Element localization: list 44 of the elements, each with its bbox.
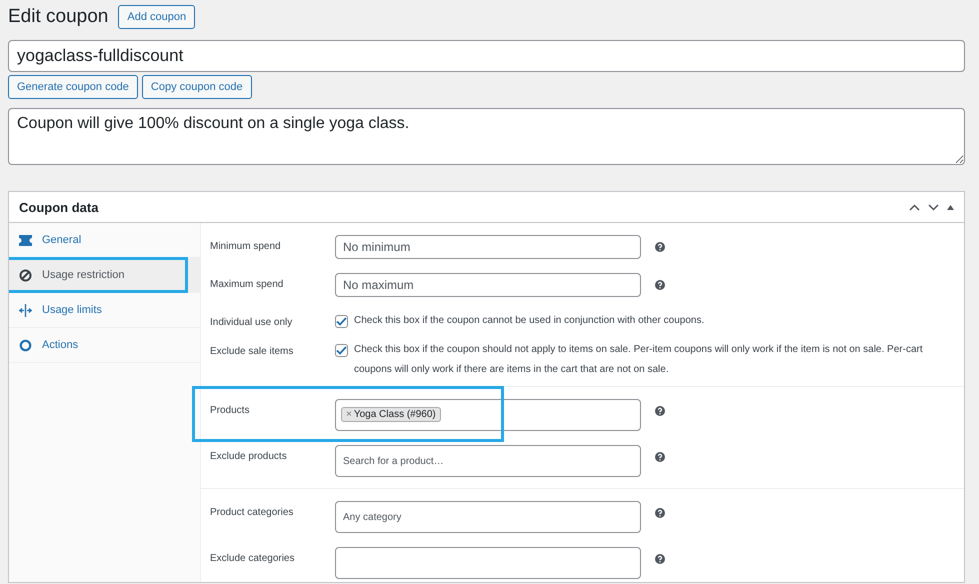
field-label: Products — [210, 404, 250, 416]
blocked-icon — [19, 268, 32, 282]
sidebar-tab[interactable]: Usage limits — [9, 293, 200, 328]
field-label: Exclude products — [210, 450, 288, 462]
checkbox[interactable] — [335, 315, 348, 328]
product-tag[interactable]: × Yoga Class (#960) — [341, 407, 441, 422]
checkbox-description: Check this box if the coupon cannot be used in conjunction with other coupons. — [354, 314, 704, 328]
help-icon[interactable] — [655, 280, 665, 290]
field-label: Exclude categories — [210, 552, 296, 564]
help-icon[interactable] — [655, 554, 665, 564]
collapse-triangle-icon[interactable] — [947, 204, 954, 210]
checkbox[interactable] — [335, 344, 348, 357]
description-field[interactable]: Coupon will give 100% discount on a single yoga class. — [8, 108, 965, 165]
coupon-code-button[interactable]: Copy coupon code — [142, 75, 252, 99]
remove-icon[interactable]: × — [346, 409, 352, 420]
token-field[interactable]: × Yoga Class (#960) — [335, 399, 641, 431]
arrows-icon — [19, 304, 32, 316]
coupon-code-button[interactable]: Generate coupon code — [8, 75, 138, 99]
panel-title: Coupon data — [19, 200, 100, 214]
checkbox-description: Check this box if the coupon should not apply to items on sale. Per-item coupons will only work if the item is not on sale. Per-cart coupons will only work if there are items in the cart that are not on sale. — [354, 343, 924, 377]
add-coupon-button[interactable]: Add coupon — [118, 5, 196, 29]
text-field[interactable]: No maximum — [335, 273, 641, 297]
text-field[interactable] — [335, 547, 641, 579]
field-label: Product categories — [210, 506, 294, 518]
sidebar-tab[interactable]: General — [9, 223, 200, 258]
text-field[interactable]: Search for a product… — [335, 445, 641, 477]
help-icon[interactable] — [655, 508, 665, 518]
page-title: Edit coupon — [8, 6, 108, 28]
field-label: Maximum spend — [210, 278, 284, 290]
help-icon[interactable] — [655, 452, 665, 462]
field-label: Minimum spend — [210, 240, 282, 252]
ticket-icon — [19, 234, 32, 246]
ring-icon — [19, 338, 32, 352]
chevron-up-icon[interactable] — [909, 204, 920, 210]
field-label: Individual use only — [210, 316, 294, 328]
field-label: Exclude sale items — [210, 345, 294, 357]
help-icon[interactable] — [655, 242, 665, 252]
sidebar-tab[interactable]: Actions — [9, 328, 200, 363]
help-icon[interactable] — [655, 406, 665, 416]
coupon-code-field[interactable]: yogaclass-fulldiscount — [8, 40, 965, 72]
chevron-down-icon[interactable] — [928, 204, 939, 210]
text-field[interactable]: No minimum — [335, 235, 641, 259]
text-field[interactable]: Any category — [335, 501, 641, 533]
sidebar-tab[interactable]: Usage restriction — [9, 258, 200, 293]
